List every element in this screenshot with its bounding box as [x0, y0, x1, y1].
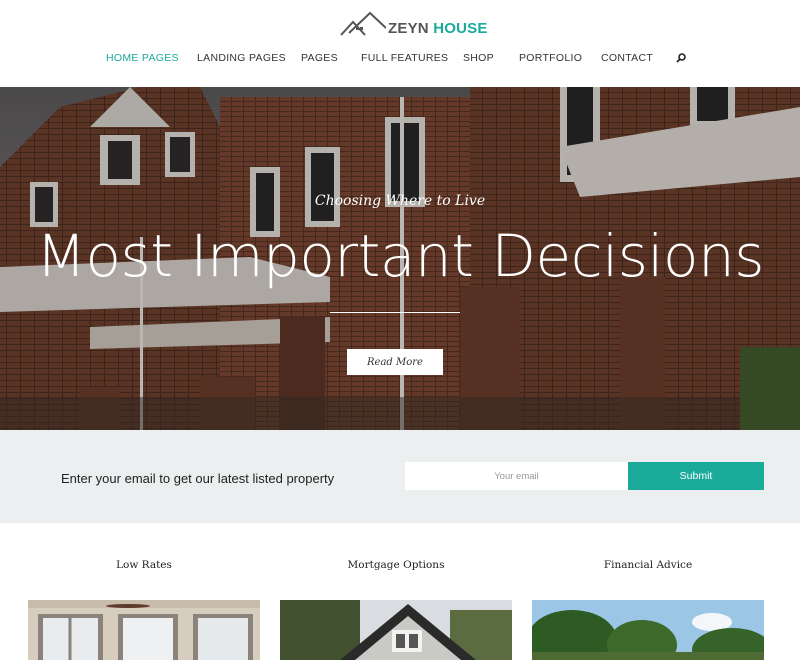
subscribe-band: Enter your email to get our latest liste… — [0, 430, 800, 523]
feature-title-mortgage-options: Mortgage Options — [347, 559, 445, 571]
nav-item-home-pages[interactable]: HOME PAGES — [106, 52, 179, 64]
nav-item-shop[interactable]: SHOP — [463, 52, 494, 64]
house-roof-icon — [340, 11, 386, 36]
logo-text-zeyn: ZEYN — [388, 20, 429, 37]
subscribe-text: Enter your email to get our latest liste… — [61, 471, 335, 486]
nav-item-pages[interactable]: PAGES — [301, 52, 338, 64]
feature-title-financial-advice: Financial Advice — [603, 559, 693, 571]
hero-banner: Choosing Where to Live Most Important De… — [0, 87, 800, 430]
feature-image-house[interactable] — [280, 600, 512, 660]
feature-title-low-rates: Low Rates — [116, 559, 172, 571]
feature-image-interior[interactable] — [28, 600, 260, 660]
logo-text-house: HOUSE — [433, 20, 488, 37]
hero-divider — [330, 312, 460, 313]
feature-image-street[interactable] — [532, 600, 764, 660]
search-icon[interactable] — [676, 53, 686, 63]
read-more-button[interactable]: Read More — [347, 349, 443, 375]
nav-item-contact[interactable]: CONTACT — [601, 52, 653, 64]
site-header: ZEYN HOUSE HOME PAGES LANDING PAGES PAGE… — [0, 0, 800, 87]
submit-button[interactable]: Submit — [628, 462, 764, 490]
nav-item-full-features[interactable]: FULL FEATURES — [361, 52, 448, 64]
email-input[interactable] — [405, 462, 628, 490]
site-logo[interactable]: ZEYN HOUSE — [340, 11, 488, 37]
nav-item-portfolio[interactable]: PORTFOLIO — [519, 52, 582, 64]
nav-item-landing-pages[interactable]: LANDING PAGES — [197, 52, 286, 64]
hero-title: Most Important Decisions — [35, 222, 765, 290]
hero-kicker: Choosing Where to Live — [314, 193, 486, 209]
